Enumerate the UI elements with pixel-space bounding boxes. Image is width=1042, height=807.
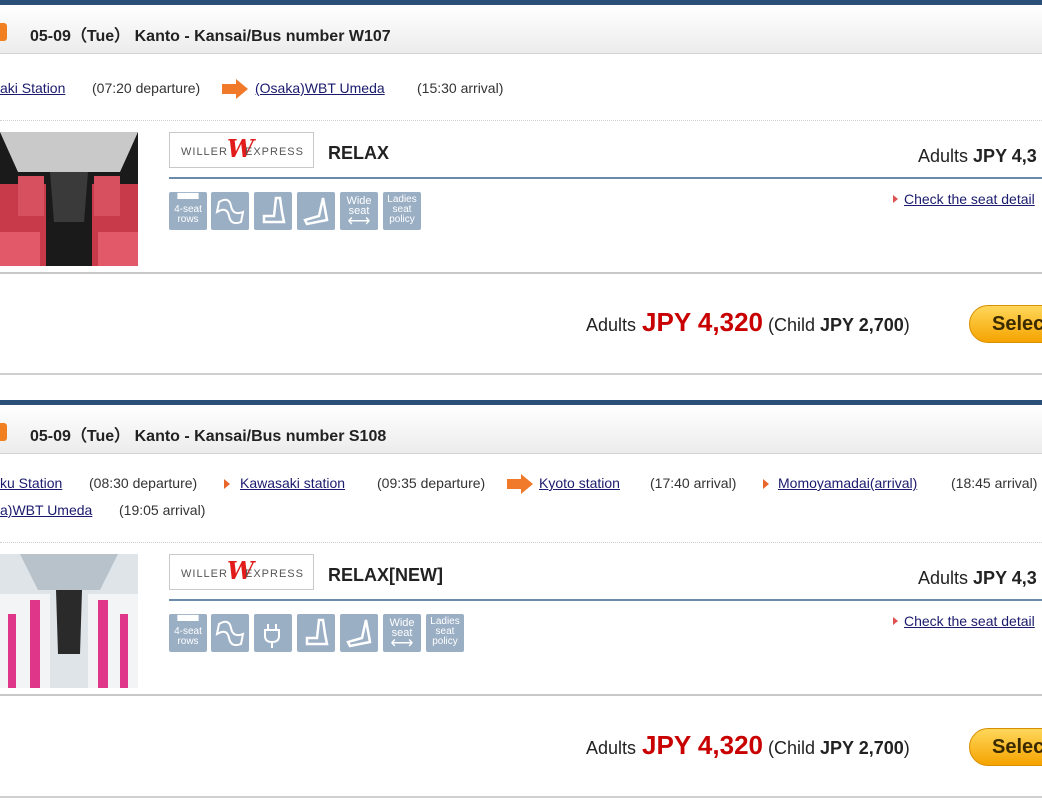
divider bbox=[0, 796, 1042, 798]
divider bbox=[0, 373, 1042, 375]
stop-link[interactable]: Kawasaki station bbox=[240, 475, 345, 491]
bus-card-s108: 05-09（Tue） Kanto - Kansai/Bus number S10… bbox=[0, 400, 1042, 807]
bus-header: 05-09（Tue） Kanto - Kansai/Bus number W10… bbox=[0, 0, 1042, 54]
wide-seat-icon: Wide seat ⟷ bbox=[383, 614, 421, 652]
bus-title: 05-09（Tue） Kanto - Kansai/Bus number S10… bbox=[30, 428, 387, 445]
seat-detail-link-row: Check the seat detail bbox=[893, 613, 1035, 629]
bus-interior-photo bbox=[0, 132, 138, 266]
route-arrow-icon bbox=[224, 479, 230, 489]
divider bbox=[0, 272, 1042, 274]
bus-card-w107: 05-09（Tue） Kanto - Kansai/Bus number W10… bbox=[0, 0, 1042, 378]
stop-time: (17:40 arrival) bbox=[650, 475, 737, 491]
bus-title: 05-09（Tue） Kanto - Kansai/Bus number W10… bbox=[30, 28, 391, 45]
stop-link[interactable]: Kyoto station bbox=[539, 475, 620, 491]
card-gap bbox=[0, 378, 1042, 400]
stop-link[interactable]: ku Station bbox=[0, 475, 62, 491]
adult-fare: JPY 4,320 bbox=[642, 730, 763, 760]
stop-link[interactable]: Momoyamadai(arrival) bbox=[778, 475, 917, 491]
power-outlet-icon bbox=[254, 614, 292, 652]
recline-icon bbox=[211, 192, 249, 230]
plan-name: RELAX[NEW] bbox=[328, 565, 443, 585]
divider bbox=[0, 694, 1042, 696]
bus-interior-photo bbox=[0, 554, 138, 688]
check-seat-detail-link[interactable]: Check the seat detail bbox=[904, 613, 1035, 629]
ladies-seat-policy-icon: Ladies seat policy bbox=[426, 614, 464, 652]
divider bbox=[0, 542, 1042, 543]
stop-time: (19:05 arrival) bbox=[119, 502, 206, 518]
link-triangle-icon bbox=[893, 195, 898, 203]
stop-time: (18:45 arrival) bbox=[951, 475, 1038, 491]
stop-link[interactable]: (Osaka)WBT Umeda bbox=[255, 80, 385, 96]
seat-icon bbox=[297, 614, 335, 652]
4-seat-rows-icon: ▀▀▀ 4-seat rows bbox=[169, 614, 207, 652]
link-triangle-icon bbox=[893, 617, 898, 625]
leg-rest-icon bbox=[297, 192, 335, 230]
adults-price-summary: Adults JPY 4,3 bbox=[918, 568, 1037, 588]
recline-icon bbox=[211, 614, 249, 652]
route-tag-badge bbox=[0, 23, 7, 41]
stop-time: (08:30 departure) bbox=[89, 475, 198, 491]
divider bbox=[0, 120, 1042, 121]
check-seat-detail-link[interactable]: Check the seat detail bbox=[904, 191, 1035, 207]
willer-express-logo: WILLER W EXPRESS bbox=[169, 554, 314, 590]
plan-underline bbox=[169, 177, 1042, 179]
adult-fare: JPY 4,320 bbox=[642, 307, 763, 337]
stop-time: (09:35 departure) bbox=[377, 475, 486, 491]
price-row: Adults JPY 4,320 (Child JPY 2,700) bbox=[586, 730, 910, 760]
select-button[interactable]: Selec bbox=[969, 305, 1042, 343]
seat-detail-link-row: Check the seat detail bbox=[893, 191, 1035, 207]
ladies-seat-policy-icon: Ladies seat policy bbox=[383, 192, 421, 230]
4-seat-rows-icon: ▀▀▀ 4-seat rows bbox=[169, 192, 207, 230]
plan-underline bbox=[169, 599, 1042, 601]
willer-express-logo: WILLER W EXPRESS bbox=[169, 132, 314, 168]
bus-header: 05-09（Tue） Kanto - Kansai/Bus number S10… bbox=[0, 400, 1042, 454]
wide-seat-icon: Wide seat ⟷ bbox=[340, 192, 378, 230]
child-fare: JPY 2,700 bbox=[820, 738, 904, 758]
price-row: Adults JPY 4,320 (Child JPY 2,700) bbox=[586, 307, 910, 337]
leg-rest-icon bbox=[340, 614, 378, 652]
plan-name: RELAX bbox=[328, 143, 390, 163]
adults-price-summary: Adults JPY 4,3 bbox=[918, 146, 1037, 166]
route-tag-badge bbox=[0, 423, 7, 441]
seat-icon bbox=[254, 192, 292, 230]
stop-time: (07:20 departure) bbox=[92, 80, 201, 96]
select-button[interactable]: Selec bbox=[969, 728, 1042, 766]
child-fare: JPY 2,700 bbox=[820, 315, 904, 335]
stop-link[interactable]: aki Station bbox=[0, 80, 65, 96]
route-arrow-icon bbox=[763, 479, 769, 489]
route-arrow-icon bbox=[507, 474, 533, 494]
stop-link[interactable]: a)WBT Umeda bbox=[0, 502, 92, 518]
stop-time: (15:30 arrival) bbox=[417, 80, 504, 96]
route-arrow-icon bbox=[222, 79, 248, 99]
